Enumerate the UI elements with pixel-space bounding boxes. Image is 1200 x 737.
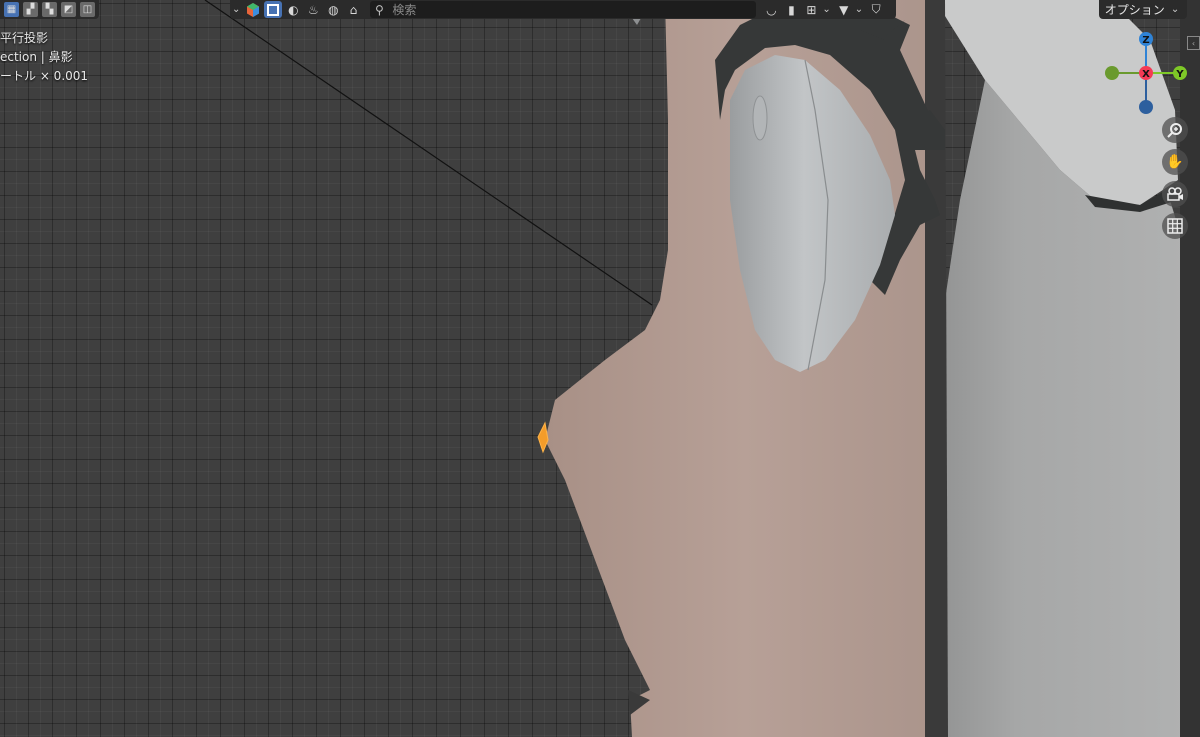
shield-icon[interactable]: ⛉	[867, 1, 885, 18]
y-axis-label: Y	[1175, 69, 1184, 80]
collection-label: ection | 鼻影	[0, 50, 73, 64]
view-mode-label: 平行投影	[0, 31, 49, 45]
search-icon: ⚲	[374, 2, 384, 17]
3d-viewport[interactable]: ▦ ▞ ▚ ◩ ◫ 平行投影 ection | 鼻影 ートル × 0.001 ⌄…	[0, 0, 1200, 737]
select-box-icon[interactable]: ▦	[4, 2, 19, 17]
select-intersect-icon[interactable]: ◫	[80, 2, 95, 17]
chevron-down-icon: ⌄	[1170, 4, 1180, 15]
material-icon[interactable]: ◐	[284, 1, 302, 18]
hierarchy-icon[interactable]: ⊞	[802, 1, 820, 18]
edge-line	[204, 0, 653, 306]
options-dropdown[interactable]: オプション ⌄	[1099, 0, 1187, 19]
neg-y-axis-handle	[1105, 66, 1119, 80]
hand-icon[interactable]: ✋	[1162, 149, 1188, 175]
options-label: オプション	[1104, 3, 1165, 17]
brush-icon[interactable]: ⌂	[344, 1, 362, 18]
outliner-header: ⌄ ◐ ♨ ◍ ⌂ ⚲ ◡ ▮ ⊞ ⌄ ▼ ⌄ ⛉	[230, 0, 896, 19]
camera-icon[interactable]	[1162, 181, 1188, 207]
zoom-icon[interactable]	[1162, 117, 1188, 143]
top-marker	[632, 18, 641, 25]
sync-icon[interactable]: ◡	[762, 1, 780, 18]
bookmark-icon[interactable]: ▮	[782, 1, 800, 18]
view-layer-icon[interactable]	[244, 1, 262, 18]
select-mode-bar: ▦ ▞ ▚ ◩ ◫	[0, 0, 99, 19]
scene-render[interactable]	[0, 0, 1200, 737]
x-axis-label: X	[1142, 69, 1150, 80]
chevron-down-icon[interactable]: ⌄	[232, 4, 240, 15]
select-extend-icon[interactable]: ▞	[23, 2, 38, 17]
scene-icon[interactable]: ♨	[304, 1, 322, 18]
filter-icon[interactable]: ▼	[835, 1, 853, 18]
navigation-gizmo[interactable]: Z Y X	[1100, 28, 1190, 120]
world-icon[interactable]: ◍	[324, 1, 342, 18]
scale-label: ートル × 0.001	[0, 69, 89, 83]
select-invert-icon[interactable]: ◩	[61, 2, 76, 17]
selected-nose	[537, 421, 549, 454]
grid-icon[interactable]	[1162, 213, 1188, 239]
z-axis-label: Z	[1142, 35, 1149, 46]
eye-highlight	[752, 95, 768, 141]
select-subtract-icon[interactable]: ▚	[42, 2, 57, 17]
hair-edge-dark	[925, 0, 948, 737]
search-field[interactable]: ⚲	[370, 1, 757, 18]
search-input[interactable]	[388, 2, 757, 17]
chevron-down-icon[interactable]: ⌄	[822, 4, 830, 15]
chevron-down-icon[interactable]: ⌄	[855, 4, 863, 15]
object-icon[interactable]	[264, 1, 283, 18]
neg-z-axis-handle	[1139, 100, 1153, 114]
